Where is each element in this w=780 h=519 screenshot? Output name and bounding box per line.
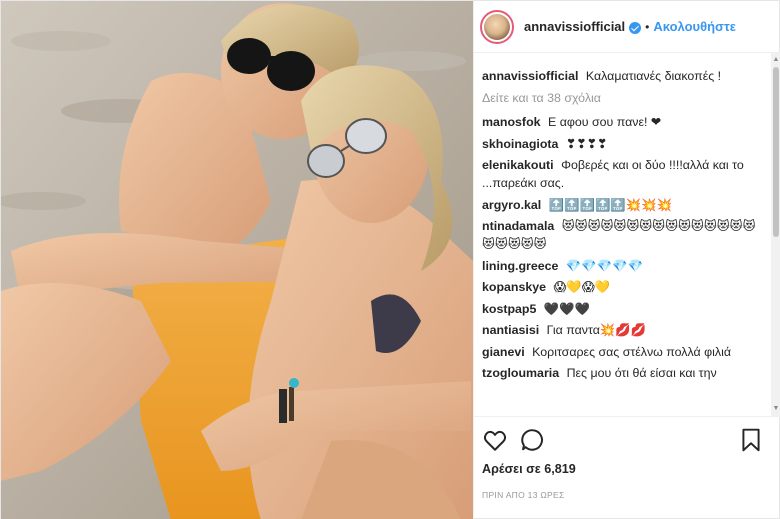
post-sidebar: annavissiofficial • Ακολουθήστε annaviss… [473, 1, 780, 519]
bookmark-icon[interactable] [738, 427, 766, 455]
comment-username[interactable]: elenikakouti [482, 158, 554, 172]
post-photo[interactable] [1, 1, 473, 519]
comment-username[interactable]: kostpap5 [482, 302, 536, 316]
avatar[interactable] [480, 9, 514, 44]
caption: annavissiofficial Καλαματιανές διακοπές … [482, 67, 764, 85]
comment-text: 🖤🖤🖤 [543, 301, 591, 316]
comment-username[interactable]: lining.greece [482, 259, 558, 273]
comment-username[interactable]: manosfok [482, 115, 541, 129]
comment-username[interactable]: gianevi [482, 345, 525, 359]
follow-button[interactable]: Ακολουθήστε [653, 19, 736, 34]
comment-username[interactable]: nantiasisi [482, 323, 539, 337]
verified-badge-icon [629, 21, 642, 34]
comment-text: Για παντα💥💋💋 [546, 323, 647, 337]
comment-text: Πες μου ότι θά είσαι και την [566, 366, 717, 380]
action-icons [482, 427, 772, 455]
caption-username[interactable]: annavissiofficial [482, 69, 578, 83]
speech-bubble-icon[interactable] [520, 427, 548, 455]
comment-item: kostpap5 🖤🖤🖤 [482, 300, 764, 318]
view-all-comments-link[interactable]: Δείτε και τα 38 σχόλια [482, 89, 764, 107]
comment-username[interactable]: skhoinagiota [482, 137, 558, 151]
comment-text: Ε αφου σου πανε! ❤ [547, 115, 662, 129]
comment-item: ntinadamala 😻😻😻😻😻😻😻😻😻😻😻😻😻😻😻😻😻😻😻😻 [482, 217, 764, 253]
comment-item: argyro.kal 🔝🔝🔝🔝🔝💥💥💥 [482, 196, 764, 214]
comment-text: Κοριτσαρες σας στέλνω πολλά φιλιά [532, 344, 732, 359]
comments-list: annavissiofficial Καλαματιανές διακοπές … [474, 53, 772, 416]
comment-username[interactable]: ntinadamala [482, 219, 554, 233]
post-actions: Αρέσει σε 6,819 ΠΡΙΝ ΑΠΟ 13 ΩΡΕΣ [474, 416, 780, 519]
comment-username[interactable]: kopanskye [482, 280, 546, 294]
avatar-image [484, 13, 510, 40]
beach-photo-illustration [1, 1, 473, 519]
comment-item: gianevi Κοριτσαρες σας στέλνω πολλά φιλι… [482, 343, 764, 361]
comment-item: manosfok Ε αφου σου πανε! ❤ [482, 113, 764, 131]
scrollbar-thumb[interactable] [773, 67, 779, 237]
comment-text: ❣❣❣❣ [565, 136, 608, 151]
comment-username[interactable]: argyro.kal [482, 198, 541, 212]
comment-text: 💎💎💎💎💎 [565, 258, 644, 273]
comment-item: tzogloumaria Πες μου ότι θά είσαι και τη… [482, 364, 764, 382]
comment-item: skhoinagiota ❣❣❣❣ [482, 135, 764, 153]
scroll-up-arrow-icon[interactable]: ▲ [771, 55, 780, 65]
caption-text: Καλαματιανές διακοπές ! [585, 69, 722, 83]
comment-username[interactable]: tzogloumaria [482, 366, 559, 380]
header-separator: • [645, 19, 650, 34]
comment-item: lining.greece 💎💎💎💎💎 [482, 257, 764, 275]
post-timestamp[interactable]: ΠΡΙΝ ΑΠΟ 13 ΩΡΕΣ [482, 490, 565, 500]
heart-outline-icon[interactable] [482, 427, 510, 455]
instagram-post: annavissiofficial • Ακολουθήστε annaviss… [0, 0, 780, 519]
comment-item: kopanskye 😱💛😱💛 [482, 278, 764, 296]
scroll-down-arrow-icon[interactable]: ▼ [771, 404, 780, 414]
header-username[interactable]: annavissiofficial [524, 19, 625, 34]
likes-count[interactable]: Αρέσει σε 6,819 [482, 462, 576, 476]
comment-text: 🔝🔝🔝🔝🔝💥💥💥 [548, 197, 673, 212]
comment-text: 😱💛😱💛 [553, 280, 611, 294]
comment-item: nantiasisi Για παντα💥💋💋 [482, 321, 764, 339]
comment-item: elenikakouti Φοβερές και οι δύο !!!!αλλά… [482, 156, 764, 192]
post-header: annavissiofficial • Ακολουθήστε [474, 1, 780, 53]
comments-scrollbar[interactable]: ▲ ▼ [771, 53, 780, 416]
